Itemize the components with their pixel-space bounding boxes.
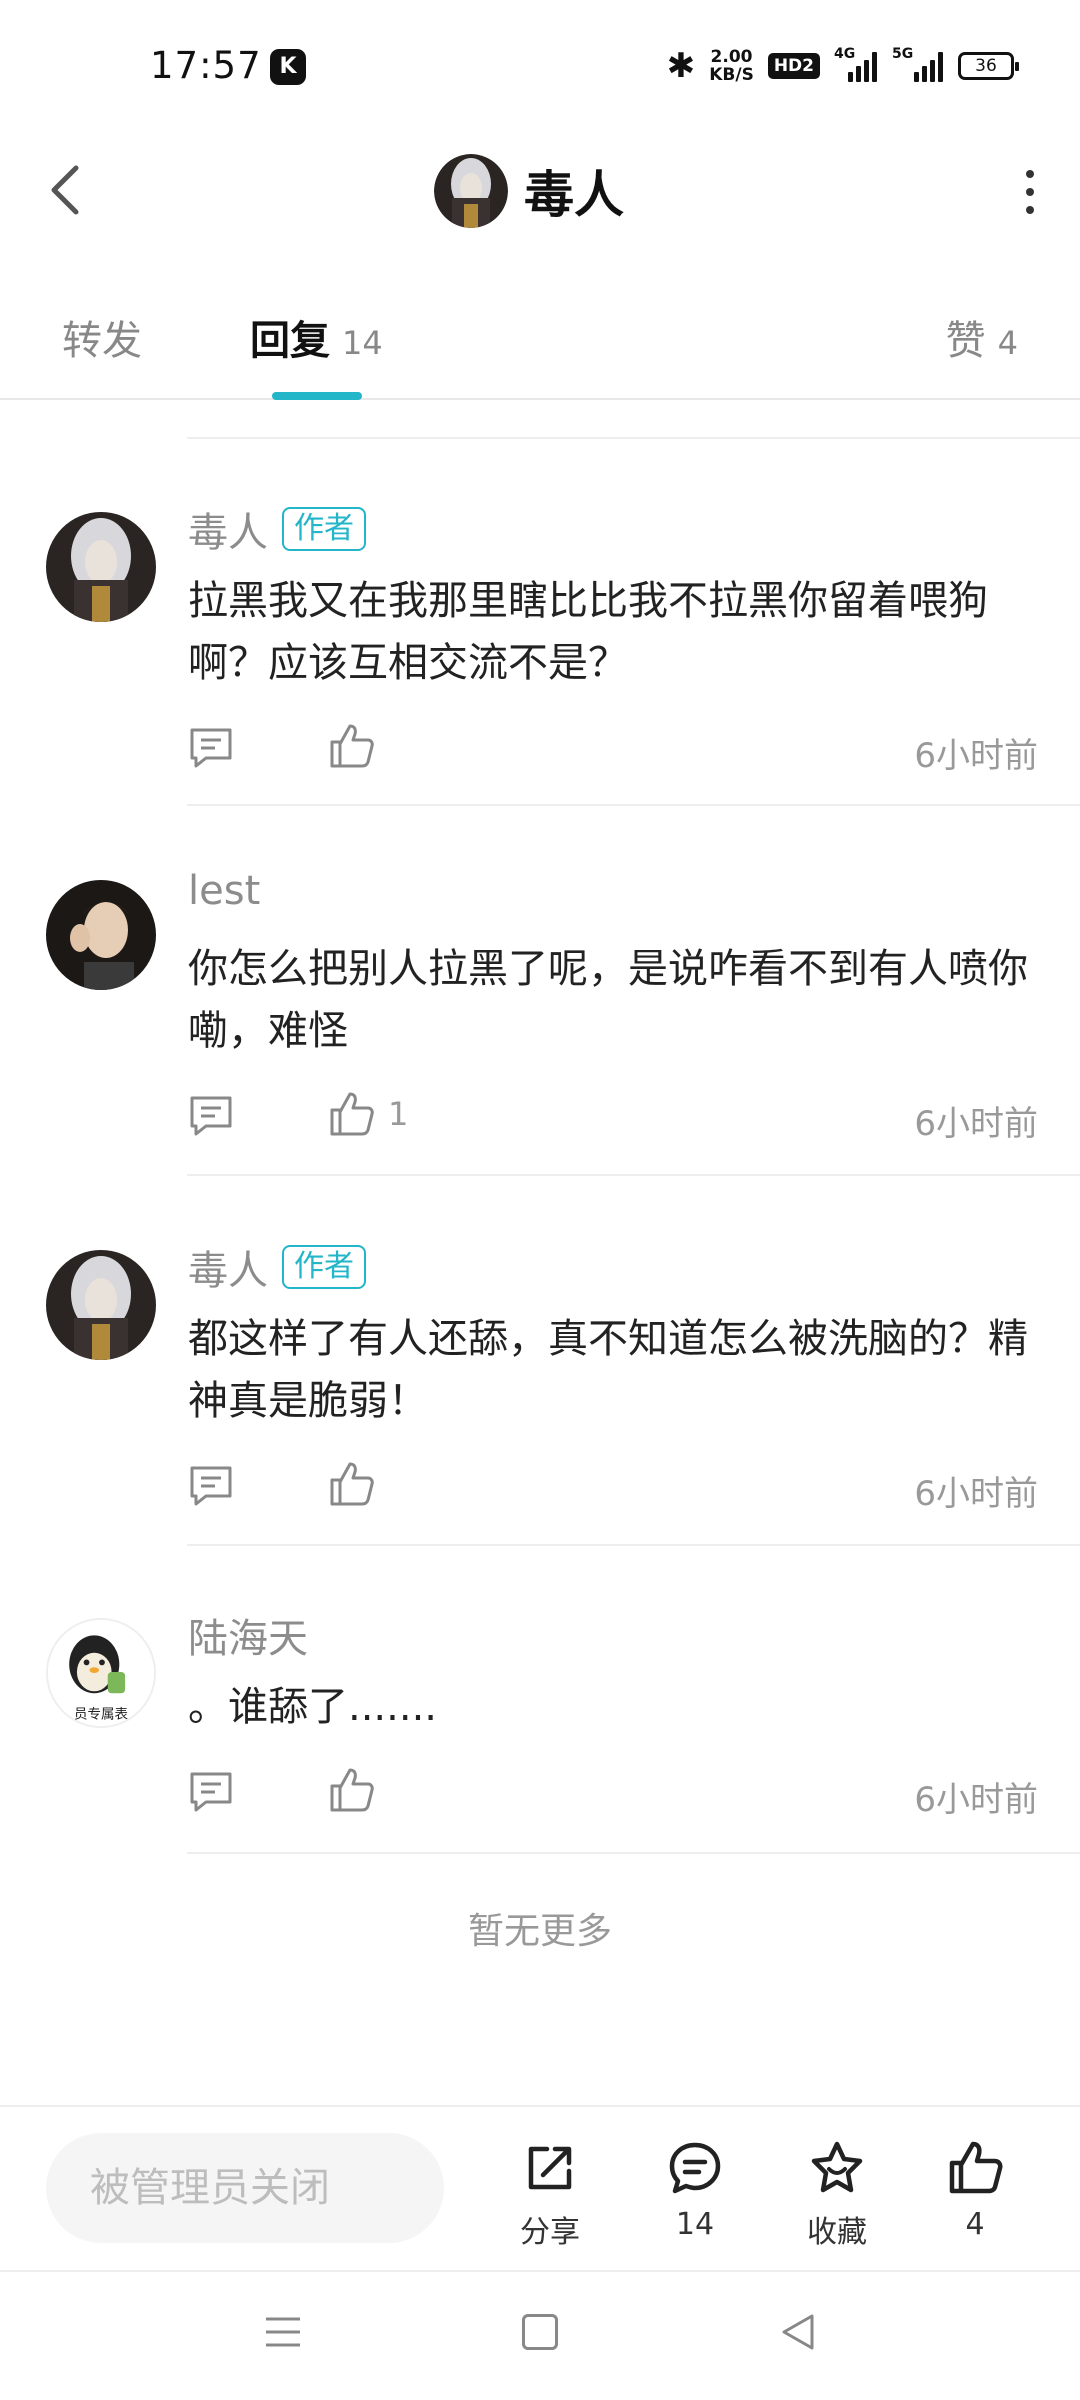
comment-input[interactable]: 被管理员关闭	[46, 2133, 444, 2243]
comment-username[interactable]: lest	[188, 868, 260, 914]
battery-icon: 36	[958, 52, 1019, 80]
reply-icon[interactable]	[188, 1094, 234, 1138]
reply-icon[interactable]	[188, 1464, 234, 1508]
tab-reply-label: 回复	[250, 318, 330, 364]
more-options-button[interactable]	[1020, 170, 1040, 214]
reply-icon[interactable]	[188, 1770, 234, 1814]
like-button[interactable]	[328, 1460, 388, 1508]
comment-text[interactable]: 拉黑我又在我那里瞎比比我不拉黑你留着喂狗啊？应该互相交流不是？	[188, 570, 1048, 694]
status-bar: 17:57 K ✱ 2.00 KB/S HD2 4G 5G 36	[0, 0, 1080, 130]
tab-reply[interactable]: 回复 14	[250, 308, 383, 366]
no-more-label: 暂无更多	[467, 1911, 612, 1952]
avatar[interactable]	[46, 1250, 156, 1360]
comments-count: 14	[675, 2207, 715, 2242]
comment-header: lest	[188, 868, 260, 914]
status-icons: ✱ 2.00 KB/S HD2 4G 5G 36	[666, 44, 1019, 88]
like-count-label: 4	[965, 2207, 985, 2242]
thumbs-up-icon	[330, 724, 374, 768]
comment-actions: 6小时前	[188, 718, 1038, 778]
network-speed: 2.00 KB/S	[709, 48, 754, 84]
divider	[187, 1544, 1080, 1546]
active-tab-indicator	[272, 392, 362, 400]
home-icon[interactable]	[522, 2314, 558, 2350]
comment-bubble-icon	[669, 2142, 721, 2194]
avatar	[434, 154, 508, 228]
signal-4g-icon: 4G	[834, 46, 878, 82]
bluetooth-icon: ✱	[666, 46, 696, 86]
bottom-action-bar: 被管理员关闭 分享 14 收藏 4	[0, 2105, 1080, 2267]
comment-time: 6小时前	[914, 1104, 1038, 1144]
divider	[187, 1852, 1080, 1854]
like-post-button[interactable]: 4	[925, 2139, 1025, 2242]
avatar[interactable]	[46, 880, 156, 990]
avatar[interactable]	[46, 512, 156, 622]
menu-icon[interactable]	[264, 2314, 302, 2350]
divider	[187, 437, 1080, 439]
comment-header: 毒人 作者	[188, 500, 366, 558]
page-title: 毒人	[524, 166, 624, 224]
status-time: 17:57	[150, 44, 262, 87]
signal-4g-label: 4G	[834, 46, 856, 62]
comment-time: 6小时前	[914, 1474, 1038, 1514]
reply-icon[interactable]	[188, 726, 234, 770]
comment-actions: 1 6小时前	[188, 1086, 1038, 1146]
thumbs-up-icon	[949, 2141, 1003, 2194]
like-button[interactable]: 1	[328, 1090, 408, 1138]
comment-header: 毒人 作者	[188, 1238, 366, 1296]
system-nav-bar	[0, 2270, 1080, 2400]
avatar[interactable]: 员专属表	[46, 1618, 156, 1728]
chevron-left-icon	[51, 165, 79, 215]
thumbs-up-icon	[330, 1092, 374, 1136]
share-icon	[528, 2146, 572, 2190]
divider	[187, 1174, 1080, 1176]
author-badge: 作者	[282, 507, 366, 551]
tab-like-count: 4	[997, 324, 1018, 362]
more-vertical-icon	[1026, 170, 1034, 178]
signal-5g-icon: 5G	[892, 46, 944, 82]
share-button[interactable]: 分享	[500, 2139, 600, 2251]
back-triangle-icon[interactable]	[780, 2312, 816, 2352]
network-speed-value: 2.00	[710, 47, 753, 67]
network-speed-unit: KB/S	[709, 65, 754, 85]
comment-text[interactable]: 都这样了有人还舔，真不知道怎么被洗脑的？精神真是脆弱！	[188, 1308, 1048, 1432]
comment-username[interactable]: 陆海天	[188, 1606, 308, 1664]
thumbs-up-icon	[330, 1462, 374, 1506]
comment-time: 6小时前	[914, 1780, 1038, 1820]
avatar-caption: 员专属表	[74, 1706, 128, 1722]
top-header: 毒人	[0, 130, 1080, 250]
comment-text[interactable]: 。谁舔了.......	[188, 1676, 1048, 1738]
comment-time: 6小时前	[914, 736, 1038, 776]
comments-button[interactable]: 14	[645, 2139, 745, 2242]
comment-username[interactable]: 毒人	[188, 1238, 268, 1296]
comment-header: 陆海天	[188, 1606, 308, 1664]
comment-actions: 6小时前	[188, 1456, 1038, 1516]
hd-voice-icon: HD2	[767, 53, 820, 79]
comment-actions: 6小时前	[188, 1762, 1038, 1822]
like-button[interactable]	[328, 1766, 388, 1814]
author-badge: 作者	[282, 1245, 366, 1289]
like-count: 1	[388, 1095, 409, 1133]
tab-like[interactable]: 赞4	[946, 308, 1018, 366]
thumbs-up-icon	[330, 1768, 374, 1812]
signal-5g-label: 5G	[892, 46, 914, 62]
comment-text[interactable]: 你怎么把别人拉黑了呢，是说咋看不到有人喷你嘞，难怪	[188, 938, 1048, 1062]
star-icon	[811, 2141, 863, 2193]
header-user[interactable]: 毒人	[434, 154, 624, 228]
notification-app-icon: K	[270, 49, 306, 85]
like-button[interactable]	[328, 722, 388, 770]
tab-forward[interactable]: 转发	[62, 308, 142, 366]
divider	[187, 804, 1080, 806]
tab-bar: 转发 回复 14 赞4	[0, 280, 1080, 400]
favorite-button[interactable]: 收藏	[787, 2139, 887, 2251]
share-label: 分享	[520, 2215, 580, 2250]
tab-like-label: 赞	[945, 318, 986, 364]
comment-username[interactable]: 毒人	[188, 500, 268, 558]
favorite-label: 收藏	[807, 2215, 867, 2250]
back-button[interactable]	[40, 160, 90, 220]
tab-reply-count: 14	[342, 324, 383, 362]
